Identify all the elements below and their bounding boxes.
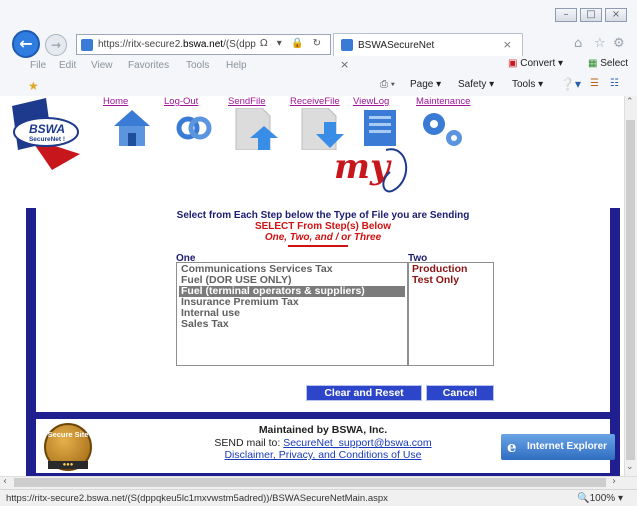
menu-file[interactable]: File: [30, 60, 46, 71]
convert-button[interactable]: ▣ Convert ▾: [508, 58, 563, 69]
settings-gear-icon[interactable]: ⚙: [613, 36, 625, 51]
scroll-up-icon[interactable]: ⌃: [626, 97, 634, 107]
scroll-left-icon[interactable]: ‹: [3, 476, 7, 487]
send-mail-label: SEND mail to:: [214, 437, 284, 449]
support-email-link[interactable]: SecureNet_support@bswa.com: [283, 437, 431, 449]
menu-tools[interactable]: Tools: [186, 60, 209, 71]
seal-band: ●●●: [48, 461, 88, 469]
sendfile-nav-icon[interactable]: [234, 108, 278, 150]
instruction-select: SELECT From Step(s) Below: [254, 221, 392, 232]
file-selection-panel: Select from Each Step below the Type of …: [36, 208, 610, 412]
select-button[interactable]: ▦ Select: [588, 58, 628, 69]
pdf-icon: ▣: [508, 58, 518, 69]
close-tab-icon[interactable]: ×: [340, 58, 349, 71]
step-two-listbox[interactable]: Production Test Only: [408, 262, 494, 366]
minimize-button[interactable]: –: [555, 8, 577, 22]
back-button[interactable]: ←: [12, 30, 40, 58]
status-url: https://ritx-secure2.bswa.net/(S(dppqkeu…: [6, 493, 388, 504]
menu-edit[interactable]: Edit: [59, 60, 76, 71]
scroll-right-icon[interactable]: ›: [612, 476, 616, 487]
option-test-only[interactable]: Test Only: [412, 275, 459, 286]
favorites-star-icon[interactable]: ☆: [594, 36, 606, 51]
address-bar[interactable]: https://ritx-secure2.bswa.net/(S(dpp Ω ▾…: [76, 34, 331, 55]
page-content: BSWA SecureNet ! Home Log-Out SendFile R…: [0, 96, 624, 476]
address-text: https://ritx-secure2.bswa.net/(S(dpp: [98, 39, 256, 50]
tab-page-icon: [341, 39, 353, 51]
nav-sendfile-link[interactable]: SendFile: [228, 96, 266, 107]
tab-bswasecurenet[interactable]: BSWASecureNet ×: [333, 33, 523, 56]
address-controls[interactable]: Ω ▾ 🔒 ↻: [260, 38, 324, 49]
vertical-scroll-thumb[interactable]: [626, 120, 635, 460]
browser-window: – □ × ← → https://ritx-secure2.bswa.net/…: [0, 0, 637, 506]
logo-text: BSWA: [29, 122, 65, 136]
nav-viewlog-link[interactable]: ViewLog: [353, 96, 389, 107]
disclaimer-link[interactable]: Disclaimer, Privacy, and Conditions of U…: [224, 449, 421, 461]
instruction-heading: Select from Each Step below the Type of …: [176, 210, 470, 221]
home-icon[interactable]: ⌂: [574, 36, 582, 51]
main-frame: Select from Each Step below the Type of …: [26, 208, 620, 476]
page-menu[interactable]: Page ▾: [410, 79, 441, 90]
nav-home-link[interactable]: Home: [103, 96, 128, 107]
menu-favorites[interactable]: Favorites: [128, 60, 169, 71]
zoom-level[interactable]: 🔍100% ▾: [577, 493, 623, 504]
menu-view[interactable]: View: [91, 60, 113, 71]
logout-nav-icon[interactable]: [174, 108, 214, 148]
research-icon[interactable]: ☰: [590, 78, 599, 89]
maximize-button[interactable]: □: [580, 8, 602, 22]
menu-help[interactable]: Help: [226, 60, 247, 71]
translate-icon[interactable]: ☷: [610, 78, 619, 89]
status-bar: https://ritx-secure2.bswa.net/(S(dppqkeu…: [0, 489, 637, 506]
help-icon[interactable]: ❔▾: [560, 77, 581, 91]
print-icon[interactable]: ⎙ ▾: [380, 79, 395, 90]
command-bar: ★ ⎙ ▾ Page ▾ Safety ▾ Tools ▾ ❔▾ ☰ ☷: [0, 75, 637, 95]
tools-menu[interactable]: Tools ▾: [512, 79, 543, 90]
page-footer: Secure Site ●●● Maintained by BSWA, Inc.…: [36, 419, 615, 473]
step-one-listbox[interactable]: Communications Services Tax Fuel (DOR US…: [176, 262, 408, 366]
logo-subtext: SecureNet !: [28, 136, 66, 143]
horizontal-scroll-thumb[interactable]: [14, 478, 606, 487]
zoom-icon: 🔍: [577, 493, 590, 504]
forward-button[interactable]: →: [45, 34, 67, 56]
favorites-add-icon[interactable]: ★: [28, 79, 39, 93]
scroll-down-icon[interactable]: ⌄: [626, 462, 634, 472]
nav-logout-link[interactable]: Log-Out: [164, 96, 198, 107]
option-sales-tax[interactable]: Sales Tax: [179, 319, 405, 330]
ie-badge-text: Internet Explorer: [527, 441, 608, 452]
cancel-button[interactable]: Cancel: [426, 385, 494, 401]
tab-title: BSWASecureNet: [358, 40, 435, 51]
select-icon: ▦: [588, 58, 598, 69]
instruction-steps: One, Two, and / or Three: [264, 232, 382, 243]
my-logo: my: [334, 147, 408, 193]
close-window-button[interactable]: ×: [605, 8, 627, 22]
internet-explorer-badge[interactable]: e Internet Explorer: [501, 434, 615, 460]
safety-menu[interactable]: Safety ▾: [458, 79, 494, 90]
home-nav-icon[interactable]: [112, 108, 152, 148]
ie-icon: e: [507, 438, 517, 456]
instruction-underline: [288, 245, 348, 247]
maintenance-nav-icon[interactable]: [418, 108, 468, 150]
tab-close-icon[interactable]: ×: [503, 38, 512, 51]
nav-receivefile-link[interactable]: ReceiveFile: [290, 96, 340, 107]
page-icon: [81, 39, 93, 51]
nav-maintenance-link[interactable]: Maintenance: [416, 96, 470, 107]
clear-and-reset-button[interactable]: Clear and Reset: [306, 385, 422, 401]
